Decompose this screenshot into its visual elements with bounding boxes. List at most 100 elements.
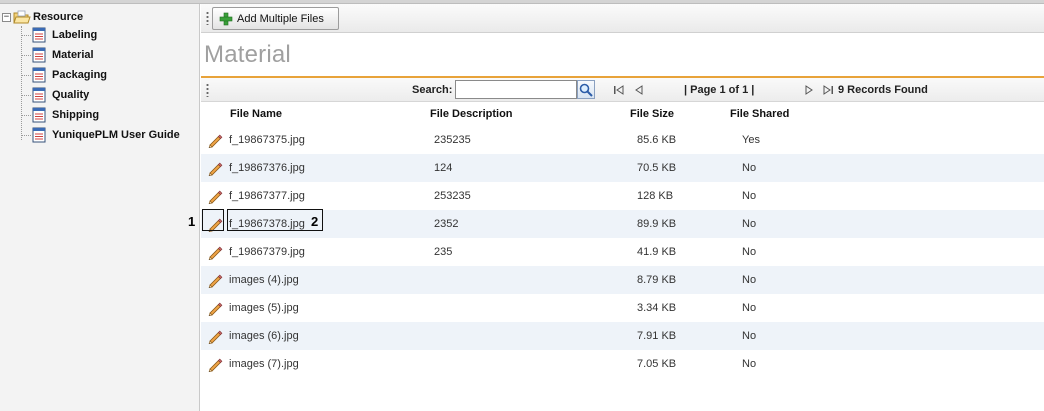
column-header-file-size[interactable]: File Size: [630, 108, 674, 120]
edit-pencil-icon[interactable]: [207, 356, 223, 372]
magnifier-icon: [579, 83, 593, 97]
file-shared-cell: No: [742, 162, 757, 174]
file-size-cell: 8.79 KB: [637, 274, 677, 286]
resource-tree-sidebar: − Resource Labeling Material Packaging Qual…: [0, 4, 200, 411]
toolbar: Add Multiple Files: [201, 4, 1044, 33]
sidebar-item-quality[interactable]: Quality: [21, 86, 89, 104]
document-icon: [32, 67, 46, 83]
file-name-cell[interactable]: f_19867377.jpg: [229, 190, 305, 202]
toolbar-grip-icon: [206, 11, 209, 25]
last-page-icon[interactable]: [822, 84, 834, 96]
tree-root-label: Resource: [33, 11, 84, 23]
sidebar-item-label: Material: [52, 49, 94, 61]
page-title: Material: [204, 41, 291, 68]
sidebar-item-label: YuniquePLM User Guide: [52, 129, 180, 141]
file-size-cell: 85.6 KB: [637, 134, 677, 146]
previous-page-icon[interactable]: [634, 84, 644, 96]
main-panel: Add Multiple Files Material Search: | Pa…: [188, 4, 1044, 411]
file-name-cell[interactable]: images (4).jpg: [229, 274, 299, 286]
edit-pencil-icon[interactable]: [207, 188, 223, 204]
file-shared-cell: No: [742, 330, 757, 342]
sidebar-item-label: Shipping: [52, 109, 100, 121]
search-button[interactable]: [577, 80, 595, 99]
sidebar-item-material[interactable]: Material: [21, 46, 94, 64]
annotation-marker-1: 1: [188, 214, 196, 229]
edit-pencil-icon[interactable]: [207, 132, 223, 148]
annotation-box-edit-icon: [202, 209, 224, 231]
first-page-icon[interactable]: [613, 84, 625, 96]
column-header-file-shared[interactable]: File Shared: [730, 108, 789, 120]
edit-pencil-icon[interactable]: [207, 160, 223, 176]
file-size-cell: 128 KB: [637, 190, 674, 202]
file-size-cell: 70.5 KB: [637, 162, 677, 174]
document-icon: [32, 107, 46, 123]
file-shared-cell: No: [742, 302, 757, 314]
edit-pencil-icon[interactable]: [207, 244, 223, 260]
file-description-cell: 235235: [434, 134, 471, 146]
tree-root-resource[interactable]: − Resource: [2, 8, 83, 26]
document-icon: [32, 47, 46, 63]
table-row[interactable]: images (4).jpg 8.79 KB No: [201, 266, 1044, 294]
file-description-cell: 124: [434, 162, 453, 174]
tree-branch-line: [21, 74, 31, 76]
file-shared-cell: Yes: [742, 134, 760, 146]
document-icon: [32, 27, 46, 43]
table-row[interactable]: f_19867375.jpg 235235 85.6 KB Yes: [201, 126, 1044, 154]
file-size-cell: 7.91 KB: [637, 330, 677, 342]
column-header-file-description[interactable]: File Description: [430, 108, 513, 120]
sidebar-item-labeling[interactable]: Labeling: [21, 26, 97, 44]
tree-branch-line: [21, 34, 31, 36]
tree-branch-line: [21, 134, 31, 136]
sidebar-item-label: Packaging: [52, 69, 108, 81]
table-row[interactable]: f_19867379.jpg 235 41.9 KB No: [201, 238, 1044, 266]
search-label: Search:: [412, 84, 453, 96]
file-description-cell: 2352: [434, 218, 459, 230]
table-row[interactable]: f_19867376.jpg 124 70.5 KB No: [201, 154, 1044, 182]
table-row[interactable]: images (5).jpg 3.34 KB No: [201, 294, 1044, 322]
sidebar-item-label: Quality: [52, 89, 90, 101]
file-shared-cell: No: [742, 190, 757, 202]
column-header-file-name[interactable]: File Name: [230, 108, 282, 120]
file-description-cell: 253235: [434, 190, 471, 202]
search-input[interactable]: [455, 80, 577, 99]
file-shared-cell: No: [742, 274, 757, 286]
sidebar-item-yuniqueplm-user-guide[interactable]: YuniquePLM User Guide: [21, 126, 180, 144]
file-name-cell[interactable]: f_19867376.jpg: [229, 162, 305, 174]
next-page-icon[interactable]: [804, 84, 814, 96]
file-name-cell[interactable]: f_19867375.jpg: [229, 134, 305, 146]
file-name-cell[interactable]: images (5).jpg: [229, 302, 299, 314]
file-description-cell: 235: [434, 246, 453, 258]
annotation-box-file-name: [227, 209, 323, 231]
table-row[interactable]: images (7).jpg 7.05 KB No: [201, 350, 1044, 378]
table-row[interactable]: f_19867377.jpg 253235 128 KB No: [201, 182, 1044, 210]
folder-open-icon: [13, 10, 31, 23]
file-name-cell[interactable]: images (6).jpg: [229, 330, 299, 342]
file-size-cell: 3.34 KB: [637, 302, 677, 314]
grid-grip-icon: [206, 83, 209, 97]
file-name-cell[interactable]: images (7).jpg: [229, 358, 299, 370]
annotation-marker-2: 2: [311, 214, 319, 229]
edit-pencil-icon[interactable]: [207, 328, 223, 344]
table-header: File Name File Description File Size Fil…: [201, 103, 1044, 125]
plus-icon: [219, 12, 233, 25]
table-row[interactable]: f_19867378.jpg 2352 89.9 KB No: [201, 210, 1044, 238]
sidebar-item-shipping[interactable]: Shipping: [21, 106, 99, 124]
document-icon: [32, 127, 46, 143]
file-size-cell: 41.9 KB: [637, 246, 677, 258]
add-multiple-files-label: Add Multiple Files: [237, 12, 324, 25]
edit-pencil-icon[interactable]: [207, 300, 223, 316]
sidebar-item-packaging[interactable]: Packaging: [21, 66, 107, 84]
file-size-cell: 89.9 KB: [637, 218, 677, 230]
collapse-toggle-icon[interactable]: −: [2, 12, 11, 22]
file-size-cell: 7.05 KB: [637, 358, 677, 370]
file-name-cell[interactable]: f_19867379.jpg: [229, 246, 305, 258]
document-icon: [32, 87, 46, 103]
page-indicator: | Page 1 of 1 |: [684, 84, 755, 96]
edit-pencil-icon[interactable]: [207, 272, 223, 288]
file-shared-cell: No: [742, 218, 757, 230]
tree-branch-line: [21, 114, 31, 116]
grid-toolbar: Search: | Page 1 of 1 | 9 Records Found: [201, 78, 1044, 102]
table-row[interactable]: images (6).jpg 7.91 KB No: [201, 322, 1044, 350]
tree-branch-line: [21, 94, 31, 96]
add-multiple-files-button[interactable]: Add Multiple Files: [212, 7, 339, 30]
